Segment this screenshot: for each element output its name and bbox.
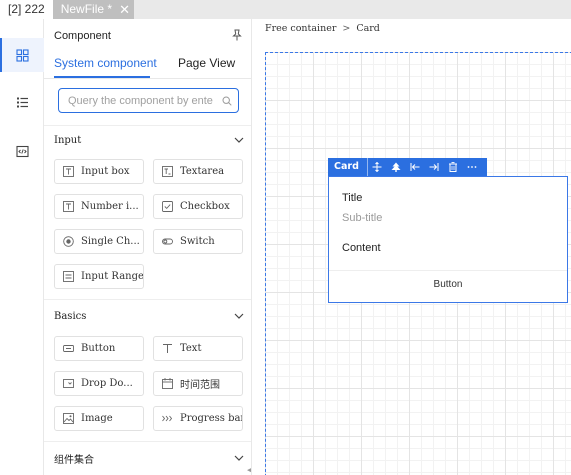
component-label: 时间范围 [180, 380, 220, 391]
component-label: Single Ch... [81, 236, 140, 247]
component-label: Input Range [81, 271, 144, 282]
component-label: Switch [180, 236, 215, 247]
tab-file-222[interactable]: [2] 222 [0, 0, 53, 19]
breadcrumb-root[interactable]: Free container [265, 23, 336, 34]
component-label: Checkbox [180, 201, 230, 212]
chevron-down-icon [234, 455, 244, 461]
dropdown-icon [63, 378, 74, 389]
card-footer-button[interactable]: Button [329, 279, 567, 290]
number-input-icon [63, 201, 74, 212]
search-icon[interactable] [222, 95, 232, 106]
progress-icon [162, 413, 173, 424]
card-component[interactable]: Title Sub-title Content Button [328, 176, 568, 303]
component-item-switch[interactable]: Switch [153, 229, 243, 254]
rail-outline-button[interactable] [0, 85, 44, 119]
section-header-collection[interactable]: 组件集合 [54, 450, 244, 466]
card-footer-divider [329, 270, 567, 271]
section-title: 组件集合 [54, 454, 94, 466]
move-icon[interactable] [368, 158, 387, 176]
component-item-checkbox[interactable]: Checkbox [153, 194, 243, 219]
image-icon [63, 413, 74, 424]
card-title: Title [342, 192, 363, 204]
toolbar-component-label: Card [328, 158, 368, 176]
button-icon [63, 343, 74, 354]
section-header-basics[interactable]: Basics [54, 308, 244, 324]
tree-icon[interactable] [387, 158, 406, 176]
card-toolbar: Card [328, 158, 487, 176]
component-panel: Component System component Page View Inp… [44, 19, 252, 475]
rail-code-button[interactable] [0, 134, 44, 168]
section-title: Input [54, 134, 82, 146]
component-label: Number i... [81, 201, 139, 212]
section-divider [44, 441, 251, 442]
component-label: Textarea [180, 166, 225, 177]
component-search-box [58, 88, 239, 113]
section-title: Basics [54, 310, 87, 322]
component-item-button[interactable]: Button [54, 336, 144, 361]
component-item-number-input[interactable]: Number i... [54, 194, 144, 219]
card-content: Content [342, 242, 381, 254]
rail-components-button[interactable] [0, 38, 44, 72]
breadcrumb-current[interactable]: Card [356, 23, 380, 34]
close-icon[interactable]: ✕ [119, 0, 130, 19]
component-label: Image [81, 413, 113, 424]
left-icon-rail [0, 19, 44, 475]
section-divider [44, 125, 251, 126]
component-item-input-box[interactable]: Input box [54, 159, 144, 184]
component-item-textarea[interactable]: Textarea [153, 159, 243, 184]
input-box-icon [63, 166, 74, 177]
input-range-icon [63, 271, 74, 282]
component-item-dropdown[interactable]: Drop Do... [54, 371, 144, 396]
component-item-time-range[interactable]: 时间范围 [153, 371, 243, 396]
breadcrumb: Free container > Card [265, 23, 380, 34]
component-label: Input box [81, 166, 130, 177]
outline-list-icon [16, 97, 28, 107]
tab-label: [2] 222 [8, 2, 45, 16]
calendar-icon [162, 378, 173, 389]
component-label: Progress bar [180, 413, 243, 424]
collapse-panel-arrow-icon[interactable]: ◀ [247, 466, 251, 474]
components-grid-icon [15, 48, 29, 62]
chevron-down-icon [234, 313, 244, 319]
tab-label: NewFile * [60, 2, 113, 16]
component-item-progress-bar[interactable]: Progress bar [153, 406, 243, 431]
textarea-icon [162, 166, 173, 177]
component-label: Drop Do... [81, 378, 133, 389]
tab-system-component[interactable]: System component [54, 56, 157, 70]
tab-newfile[interactable]: NewFile * ✕ [52, 0, 134, 19]
code-icon [15, 145, 29, 157]
component-item-text[interactable]: Text [153, 336, 243, 361]
align-left-icon[interactable] [406, 158, 425, 176]
pin-icon[interactable] [231, 29, 243, 41]
radio-icon [63, 236, 74, 247]
tabs-divider [44, 78, 251, 79]
component-label: Text [180, 343, 202, 354]
active-tab-indicator [54, 76, 150, 78]
text-icon [162, 343, 173, 354]
section-header-input[interactable]: Input [54, 132, 244, 148]
component-label: Button [81, 343, 116, 354]
breadcrumb-separator: > [342, 23, 351, 34]
panel-title: Component [54, 30, 111, 42]
component-search-input[interactable] [68, 94, 216, 107]
tab-page-view[interactable]: Page View [178, 56, 235, 70]
component-item-input-range[interactable]: Input Range [54, 264, 144, 289]
component-item-image[interactable]: Image [54, 406, 144, 431]
more-icon[interactable] [463, 158, 482, 176]
file-tab-bar: [2] 222 NewFile * ✕ [0, 0, 571, 19]
section-divider [44, 299, 251, 300]
delete-icon[interactable] [444, 158, 463, 176]
checkbox-icon [162, 201, 173, 212]
chevron-down-icon [234, 137, 244, 143]
switch-icon [162, 236, 173, 247]
align-right-icon[interactable] [425, 158, 444, 176]
card-subtitle: Sub-title [342, 212, 383, 224]
component-item-single-choice[interactable]: Single Ch... [54, 229, 144, 254]
